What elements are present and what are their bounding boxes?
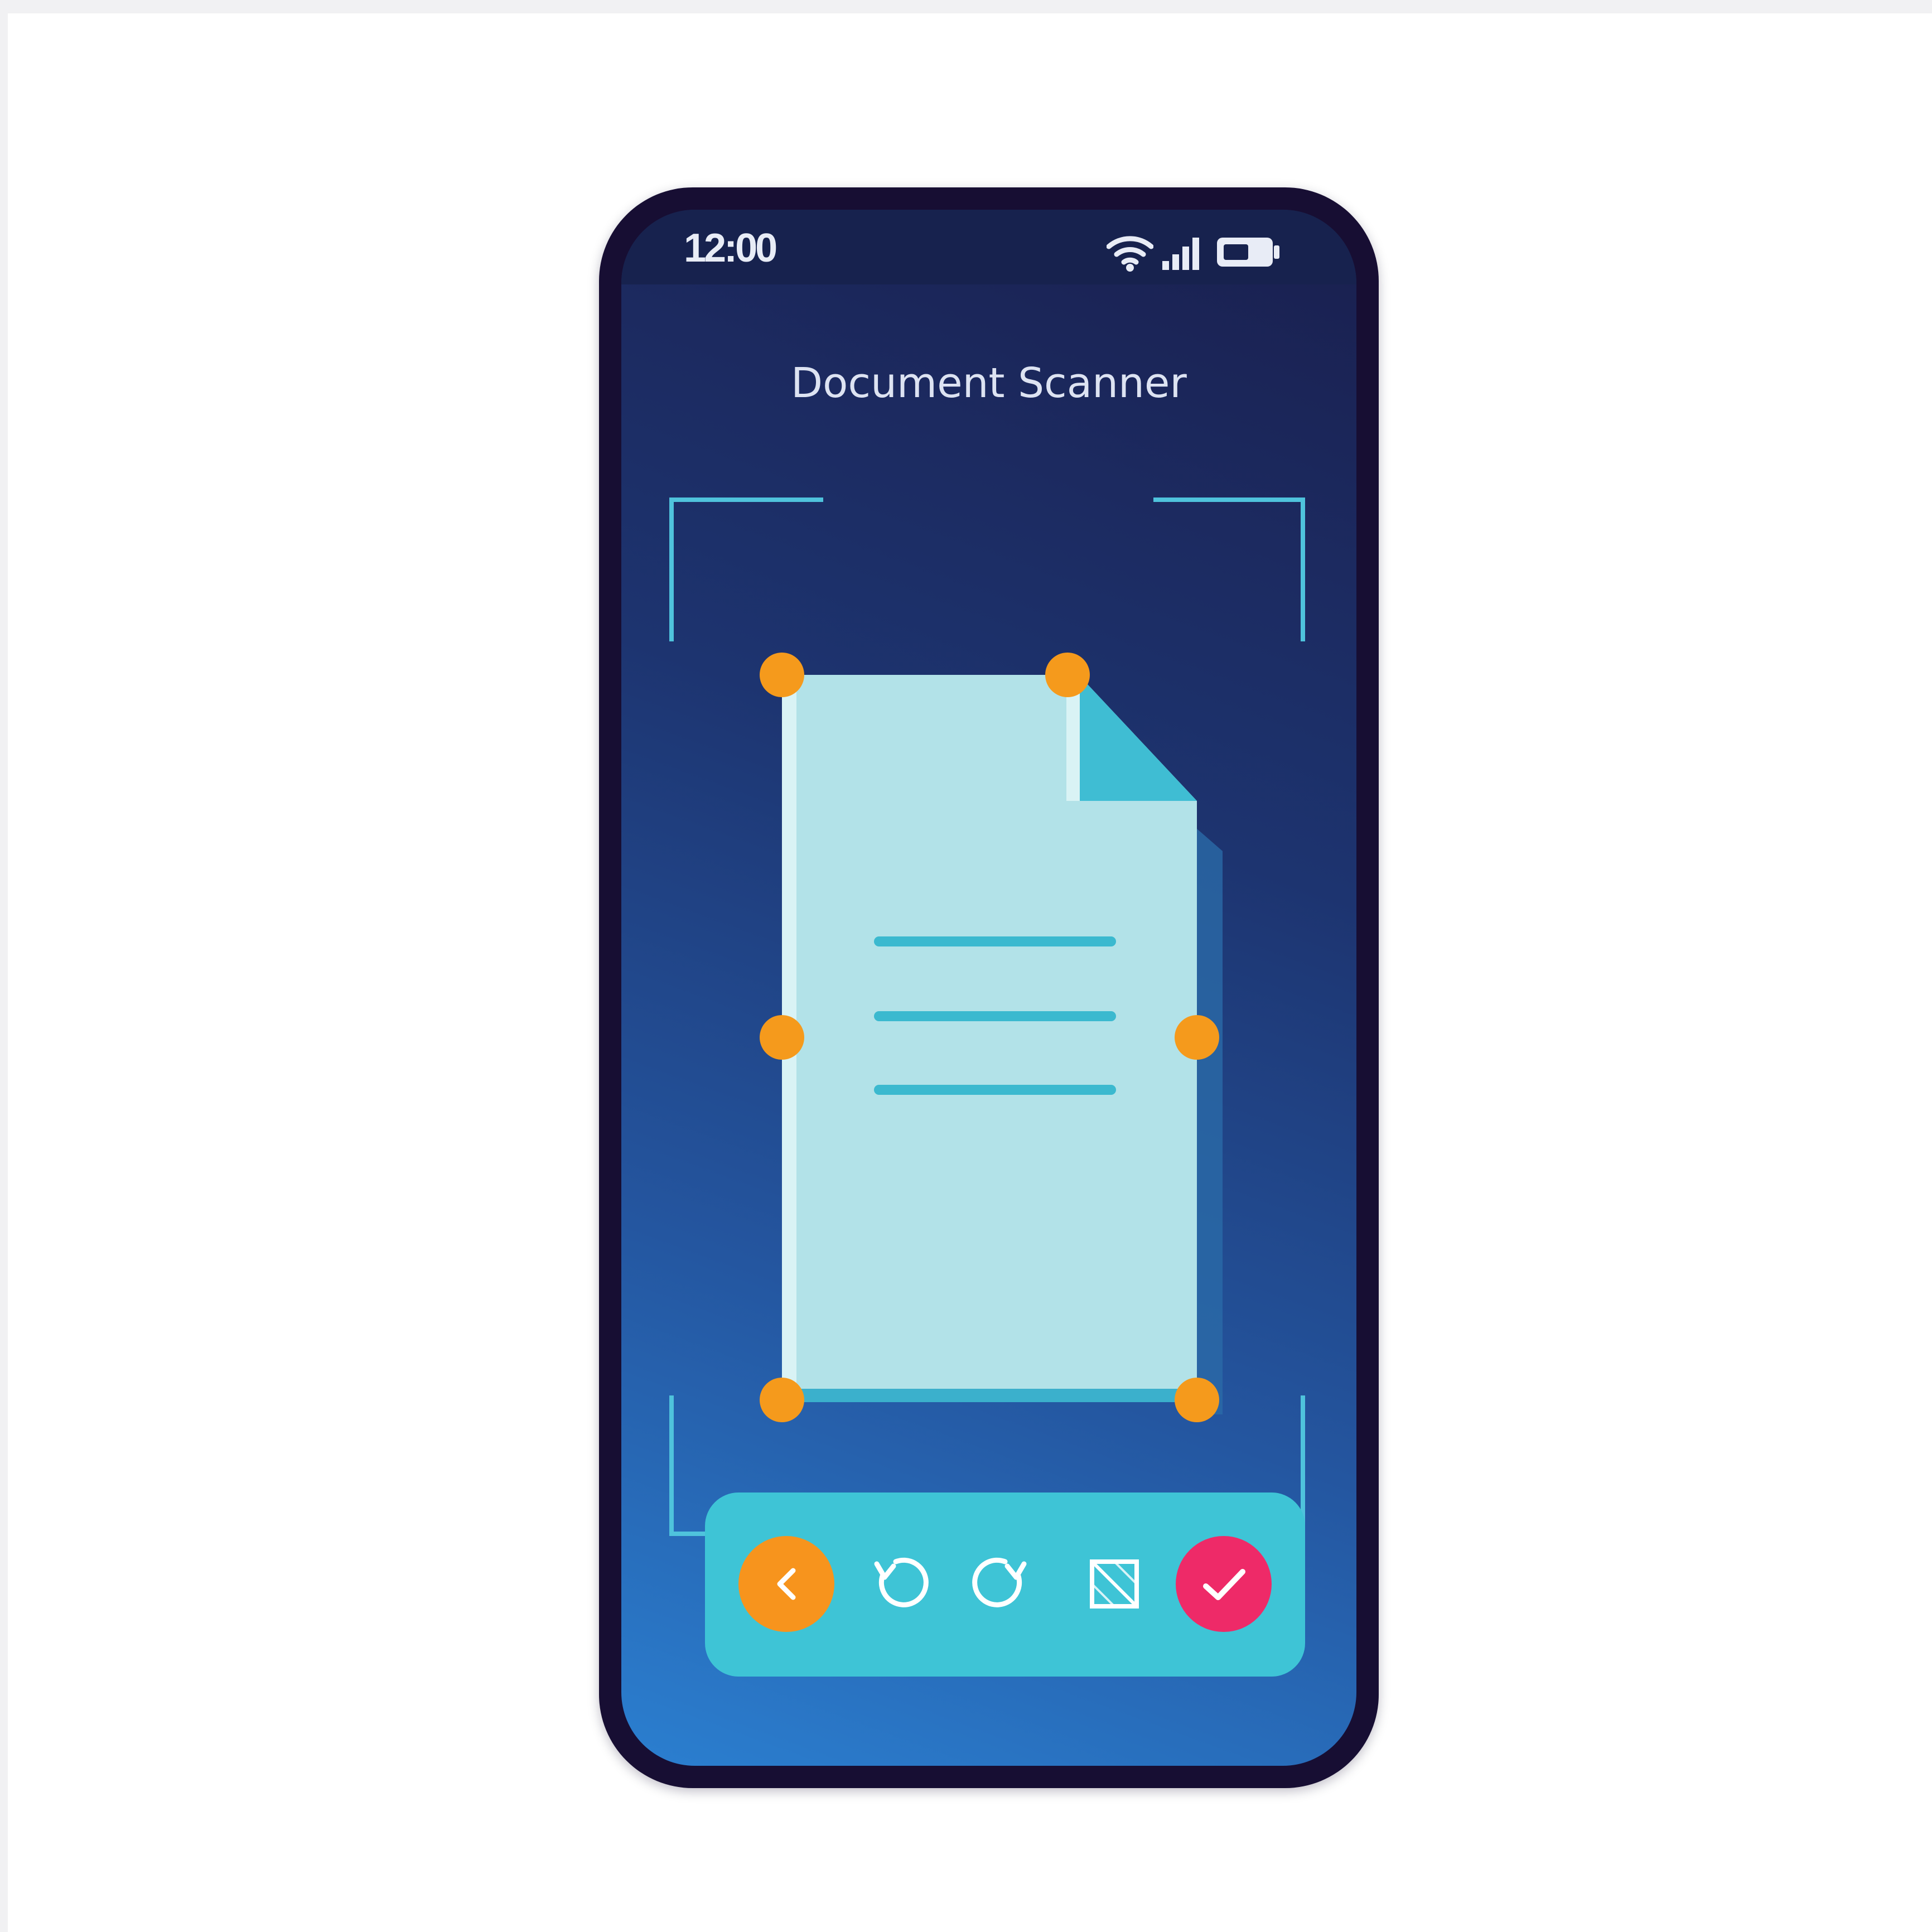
crop-handle-middle-left[interactable] [760, 1015, 804, 1060]
rotate-left-button[interactable] [848, 1536, 944, 1632]
page-top-edge [0, 0, 1932, 13]
check-icon [1203, 1569, 1245, 1600]
back-button[interactable] [738, 1536, 834, 1632]
page-background: 12:00 Document Scanner [0, 0, 1932, 1932]
document-folded-corner [1079, 675, 1197, 801]
page-left-edge [0, 0, 8, 1932]
crop-handle-bottom-right[interactable] [1175, 1378, 1219, 1422]
crop-handle-top-left[interactable] [760, 653, 804, 697]
crop-button[interactable] [1066, 1536, 1162, 1632]
confirm-button[interactable] [1176, 1536, 1272, 1632]
chevron-left-icon [777, 1568, 796, 1600]
crop-handle-top-right[interactable] [1045, 653, 1090, 697]
rotate-right-icon [972, 1557, 1027, 1607]
crop-handle-middle-right[interactable] [1175, 1015, 1219, 1060]
rotate-right-button[interactable] [957, 1536, 1053, 1632]
crop-icon [1090, 1559, 1139, 1609]
phone-frame: 12:00 Document Scanner [599, 187, 1379, 1788]
crop-handle-bottom-left[interactable] [760, 1378, 804, 1422]
scanner-toolbar [705, 1493, 1305, 1677]
rotate-left-icon [874, 1557, 929, 1607]
phone-screen: 12:00 Document Scanner [621, 210, 1356, 1766]
